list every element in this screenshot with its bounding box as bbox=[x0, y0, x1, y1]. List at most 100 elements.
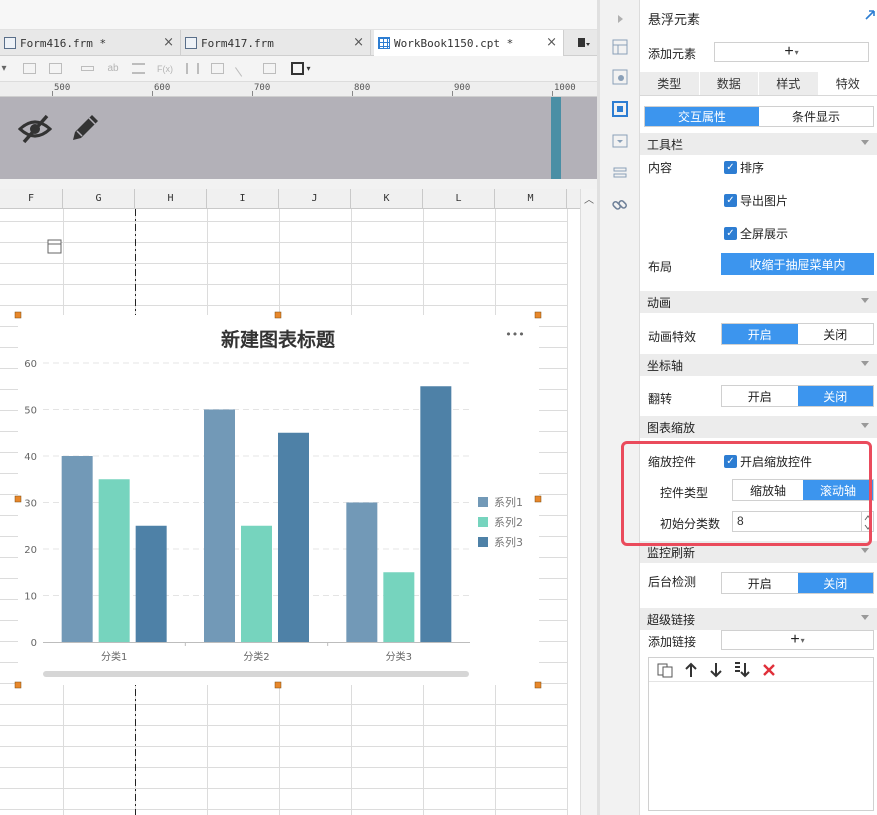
y-tick-label: 60 bbox=[24, 359, 37, 370]
column-header-k[interactable]: K bbox=[351, 189, 423, 209]
arrow-up-icon[interactable] bbox=[684, 662, 698, 678]
resize-handle[interactable] bbox=[274, 311, 282, 319]
legend-label[interactable]: 系列3 bbox=[494, 535, 523, 549]
close-icon[interactable]: × bbox=[163, 35, 174, 50]
tab-style[interactable]: 样式 bbox=[759, 72, 819, 95]
insert-row-button[interactable] bbox=[22, 61, 36, 76]
dropdown-element-button[interactable] bbox=[611, 132, 629, 150]
calendar-icon[interactable] bbox=[47, 239, 62, 254]
bar-3-1[interactable] bbox=[135, 525, 167, 642]
add-link-button[interactable]: + ▾ bbox=[721, 630, 874, 650]
layers-button[interactable] bbox=[611, 164, 629, 182]
resize-handle[interactable] bbox=[274, 681, 282, 689]
panel-title: 悬浮元素 bbox=[648, 12, 701, 27]
formula-button[interactable]: F(x) bbox=[155, 61, 175, 76]
animation-off-button[interactable]: 关闭 bbox=[798, 324, 874, 344]
tab-data[interactable]: 数据 bbox=[699, 72, 759, 95]
chart-button[interactable] bbox=[185, 61, 199, 76]
collapse-button[interactable] bbox=[611, 10, 629, 28]
resize-handle[interactable] bbox=[534, 311, 542, 319]
resize-handle[interactable] bbox=[534, 495, 542, 503]
column-header-l[interactable]: L bbox=[423, 189, 495, 209]
tab-form417[interactable]: Form417.frm × bbox=[181, 30, 371, 56]
expand-icon[interactable] bbox=[865, 10, 875, 20]
column-header-j[interactable]: J bbox=[279, 189, 351, 209]
text-button[interactable]: ab bbox=[106, 61, 120, 76]
layout-select[interactable]: 收缩于抽屉菜单内 bbox=[721, 253, 874, 275]
border-button[interactable]: ▾ bbox=[287, 61, 315, 76]
bar-2-3[interactable] bbox=[383, 572, 415, 642]
bar-1-3[interactable] bbox=[346, 502, 378, 643]
tab-effects[interactable]: 特效 bbox=[818, 72, 877, 95]
chart-more-icon[interactable]: ••• bbox=[505, 328, 524, 341]
column-header-h[interactable]: H bbox=[135, 189, 207, 209]
pencil-icon[interactable] bbox=[68, 111, 102, 145]
sheet-grid[interactable]: 新建图表标题 ••• 0 10 20 30 40 50 60 分类1 分类2 分类3 系列1 系列2 系列3 bbox=[0, 209, 580, 815]
close-icon[interactable]: × bbox=[353, 35, 364, 50]
legend-label[interactable]: 系列2 bbox=[494, 515, 523, 529]
fullscreen-checkbox[interactable]: ✓ 全屏展示 bbox=[724, 225, 788, 242]
close-icon[interactable]: × bbox=[546, 35, 557, 50]
insert-grid-button[interactable] bbox=[48, 61, 62, 76]
tab-form416[interactable]: Form416.frm * × bbox=[0, 30, 181, 56]
tab-type[interactable]: 类型 bbox=[640, 72, 700, 95]
animation-label: 动画特效 bbox=[648, 330, 697, 344]
merge-button[interactable] bbox=[80, 61, 94, 76]
cell-attr-button[interactable] bbox=[611, 68, 629, 86]
sort-checkbox[interactable]: ✓ 排序 bbox=[724, 159, 764, 176]
section-animation[interactable]: 动画 bbox=[640, 291, 877, 313]
add-element-button[interactable]: + ▾ bbox=[714, 42, 869, 62]
flip-on-button[interactable]: 开启 bbox=[722, 386, 798, 406]
link-button[interactable] bbox=[611, 196, 629, 214]
resize-handle[interactable] bbox=[534, 681, 542, 689]
bar-2-1[interactable] bbox=[98, 479, 130, 642]
bar-2-2[interactable] bbox=[241, 525, 272, 642]
ruler-tick bbox=[52, 91, 53, 96]
bg-check-on-button[interactable]: 开启 bbox=[722, 573, 798, 593]
toolbar-dropdown[interactable]: ▾ bbox=[0, 61, 8, 76]
column-header-m[interactable]: M bbox=[495, 189, 567, 209]
arrow-down-icon[interactable] bbox=[709, 662, 723, 678]
slash-button[interactable] bbox=[234, 60, 252, 77]
eye-off-icon[interactable] bbox=[18, 113, 52, 145]
bar-3-3[interactable] bbox=[420, 386, 452, 642]
resize-handle[interactable] bbox=[14, 681, 22, 689]
widget-settings-button[interactable] bbox=[611, 38, 629, 56]
bar-chart-icon bbox=[185, 63, 199, 74]
image-button[interactable] bbox=[210, 61, 224, 76]
bar-1-2[interactable] bbox=[204, 409, 235, 643]
flip-off-button[interactable]: 关闭 bbox=[797, 386, 873, 406]
link-list[interactable] bbox=[648, 657, 874, 811]
float-element-button[interactable] bbox=[611, 100, 629, 118]
legend-label[interactable]: 系列1 bbox=[494, 495, 523, 509]
vertical-scrollbar[interactable]: ︿ bbox=[580, 189, 597, 815]
paste-icon bbox=[262, 63, 276, 74]
animation-on-button[interactable]: 开启 bbox=[722, 324, 798, 344]
delete-icon[interactable] bbox=[761, 662, 777, 678]
subtab-interaction[interactable]: 交互属性 bbox=[645, 107, 759, 126]
bar-1-1[interactable] bbox=[61, 456, 93, 642]
column-header-i[interactable]: I bbox=[207, 189, 279, 209]
column-header-g[interactable]: G bbox=[63, 189, 135, 209]
check-icon: ✓ bbox=[724, 194, 737, 207]
tab-workbook1150[interactable]: WorkBook1150.cpt * × bbox=[374, 30, 564, 56]
bar-3-2[interactable] bbox=[278, 432, 309, 642]
section-toolbar[interactable]: 工具栏 bbox=[640, 133, 877, 155]
bg-check-off-button[interactable]: 关闭 bbox=[797, 573, 873, 593]
copy-icon[interactable] bbox=[657, 662, 673, 678]
subtab-condition[interactable]: 条件显示 bbox=[759, 107, 873, 126]
section-zoom[interactable]: 图表缩放 bbox=[640, 416, 877, 438]
align-button[interactable] bbox=[131, 61, 145, 76]
chevron-up-icon[interactable]: ︿ bbox=[584, 191, 594, 206]
export-image-checkbox[interactable]: ✓ 导出图片 bbox=[724, 192, 788, 209]
tab-menu-button[interactable] bbox=[568, 30, 600, 56]
section-hyperlink[interactable]: 超级链接 bbox=[640, 608, 877, 630]
paste-button[interactable] bbox=[262, 61, 276, 76]
chart-scroll-track[interactable] bbox=[43, 671, 469, 677]
sort-desc-icon[interactable] bbox=[733, 661, 751, 679]
section-axis[interactable]: 坐标轴 bbox=[640, 354, 877, 376]
resize-handle[interactable] bbox=[14, 495, 22, 503]
form-scroll-bar[interactable] bbox=[551, 97, 561, 179]
resize-handle[interactable] bbox=[14, 311, 22, 319]
column-header-f[interactable]: F bbox=[0, 189, 63, 209]
